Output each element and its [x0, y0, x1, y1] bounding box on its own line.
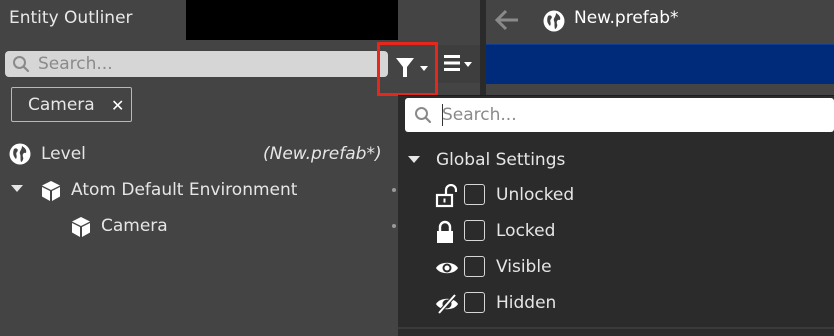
unlock-icon: [435, 184, 457, 208]
lock-icon: [437, 220, 453, 243]
dropdown-search-field[interactable]: [405, 98, 834, 132]
search-icon: [415, 107, 432, 124]
filter-tag-label: Camera: [28, 95, 95, 115]
prefab-name-label: (New.prefab*): [263, 144, 382, 164]
filter-option-visible[interactable]: Visible: [398, 254, 834, 282]
list-menu-icon: [444, 55, 460, 71]
entity-cube-icon: [42, 181, 60, 201]
chevron-down-icon: [420, 66, 428, 71]
tree-item-label: Level: [41, 144, 86, 164]
filter-button[interactable]: [377, 42, 438, 96]
chevron-down-icon: [464, 62, 472, 67]
back-arrow-icon[interactable]: [494, 8, 520, 32]
viewport-area[interactable]: [486, 44, 834, 84]
eye-slash-icon: [436, 293, 458, 315]
prefab-title: New.prefab*: [574, 8, 679, 28]
dropdown-divider: [398, 327, 834, 329]
eye-icon: [436, 262, 458, 274]
tree-row-atom-default-environment[interactable]: Atom Default Environment: [0, 176, 398, 206]
prefab-header: New.prefab*: [486, 0, 834, 44]
status-dot: [392, 224, 396, 228]
search-input[interactable]: [38, 52, 378, 76]
status-dot: [392, 188, 396, 192]
dropdown-search-input[interactable]: [442, 102, 822, 128]
hidden-checkbox[interactable]: [464, 292, 485, 313]
entity-outliner-panel: Entity Outliner Camera ✕ Level (New.pref…: [0, 0, 398, 336]
tree-row-level[interactable]: Level (New.prefab*): [0, 140, 398, 170]
filter-dropdown-menu: Global Settings Unlocked Locked Visible: [398, 95, 834, 336]
option-label: Visible: [496, 257, 552, 277]
search-icon: [13, 56, 30, 73]
option-label: Hidden: [496, 293, 557, 313]
globe-icon: [543, 10, 565, 32]
title-bar-strip: [186, 0, 398, 40]
tree-item-label: Atom Default Environment: [71, 180, 298, 200]
outliner-search-field[interactable]: [5, 51, 388, 77]
globe-icon: [9, 143, 31, 165]
option-label: Unlocked: [496, 185, 575, 205]
text-cursor: [442, 104, 443, 126]
unlocked-checkbox[interactable]: [464, 184, 485, 205]
entity-cube-icon: [72, 217, 90, 237]
close-icon[interactable]: ✕: [111, 96, 124, 115]
filter-funnel-icon: [396, 58, 414, 77]
tree-item-label: Camera: [101, 216, 168, 236]
option-label: Locked: [496, 221, 556, 241]
filter-option-locked[interactable]: Locked: [398, 218, 834, 246]
group-label: Global Settings: [436, 150, 566, 170]
panel-title: Entity Outliner: [0, 0, 186, 40]
tree-row-camera[interactable]: Camera: [0, 212, 398, 242]
locked-checkbox[interactable]: [464, 220, 485, 241]
visible-checkbox[interactable]: [464, 256, 485, 277]
filter-option-hidden[interactable]: Hidden: [398, 290, 834, 318]
filter-option-unlocked[interactable]: Unlocked: [398, 182, 834, 210]
collapse-arrow-icon[interactable]: [408, 156, 420, 164]
group-global-settings[interactable]: Global Settings: [398, 148, 834, 174]
expand-arrow-icon[interactable]: [11, 185, 23, 193]
display-options-button[interactable]: [438, 45, 480, 83]
filter-tag-camera: Camera ✕: [11, 87, 132, 122]
